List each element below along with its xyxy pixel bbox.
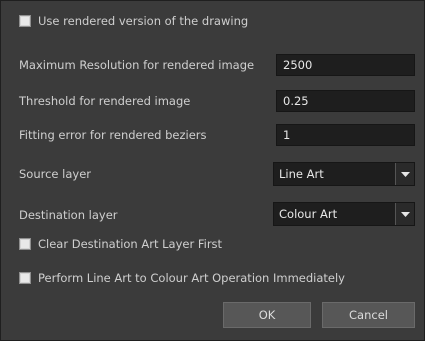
fitting-error-label: Fitting error for rendered beziers: [19, 128, 207, 142]
clear-destination-checkbox[interactable]: [19, 238, 31, 250]
ok-button[interactable]: OK: [223, 302, 311, 328]
perform-immediately-checkbox[interactable]: [19, 272, 31, 284]
dropdown-arrow-icon[interactable]: [395, 163, 414, 185]
max-resolution-input[interactable]: [276, 54, 415, 76]
max-resolution-label: Maximum Resolution for rendered image: [19, 58, 255, 72]
triangle-down-icon: [400, 171, 410, 177]
threshold-label: Threshold for rendered image: [19, 94, 191, 108]
perform-immediately-option[interactable]: Perform Line Art to Colour Art Operation…: [19, 269, 345, 287]
use-rendered-option[interactable]: Use rendered version of the drawing: [19, 12, 248, 30]
threshold-input[interactable]: [276, 90, 415, 112]
source-layer-label: Source layer: [19, 167, 92, 181]
clear-destination-option[interactable]: Clear Destination Art Layer First: [19, 235, 222, 253]
destination-layer-value: Colour Art: [279, 207, 338, 221]
source-layer-value: Line Art: [279, 167, 324, 181]
line-art-to-colour-art-dialog: Use rendered version of the drawing Maxi…: [0, 0, 425, 341]
fitting-error-input[interactable]: [276, 124, 415, 146]
perform-immediately-label: Perform Line Art to Colour Art Operation…: [38, 271, 345, 285]
destination-layer-label: Destination layer: [19, 208, 118, 222]
use-rendered-label: Use rendered version of the drawing: [38, 14, 249, 28]
destination-layer-select[interactable]: Colour Art: [273, 202, 415, 226]
triangle-down-icon: [400, 211, 410, 217]
clear-destination-label: Clear Destination Art Layer First: [38, 237, 223, 251]
source-layer-select[interactable]: Line Art: [273, 162, 415, 186]
use-rendered-checkbox[interactable]: [19, 15, 31, 27]
dropdown-arrow-icon[interactable]: [395, 203, 414, 225]
cancel-button[interactable]: Cancel: [322, 302, 415, 328]
